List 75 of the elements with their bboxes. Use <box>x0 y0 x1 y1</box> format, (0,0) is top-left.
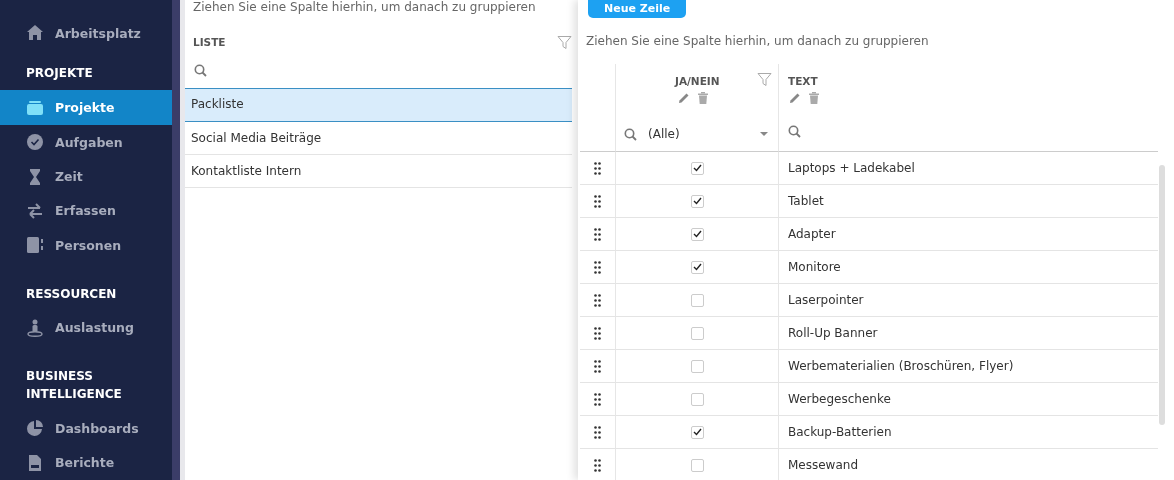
scrollbar[interactable] <box>1159 165 1165 425</box>
table-cell: Tablet <box>778 185 1158 218</box>
list-row[interactable]: Social Media Beiträge <box>185 122 572 155</box>
folder-icon <box>26 98 44 117</box>
nav-label: Zeit <box>55 169 83 185</box>
group-hint: Ziehen Sie eine Spalte hierhin, um danach zu gruppieren <box>586 34 930 48</box>
nav-item[interactable]: Projekte <box>0 90 172 125</box>
contact-card-icon <box>26 236 44 255</box>
nav-item[interactable]: Aufgaben <box>0 124 172 160</box>
table-cell: Laptops + Ladekabel <box>778 152 1158 185</box>
drag-handle-icon[interactable] <box>594 260 601 274</box>
table-cell: Werbegeschenke <box>778 383 1158 416</box>
table-cell: Laserpointer <box>778 284 1158 317</box>
table-cell: Messewand <box>778 449 1158 480</box>
nav-item[interactable]: Auslastung <box>0 310 172 346</box>
column-header[interactable]: TEXT <box>788 75 1158 87</box>
checkbox[interactable] <box>690 260 704 274</box>
nav-label: Arbeitsplatz <box>55 25 141 41</box>
section-heading: BUSINESS INTELLIGENCE <box>25 368 123 404</box>
pencil-icon[interactable] <box>678 92 690 104</box>
drag-handle-icon[interactable] <box>594 425 601 439</box>
checkbox[interactable] <box>690 326 704 340</box>
nav-label: Personen <box>55 237 122 253</box>
drag-handle-icon[interactable] <box>594 293 601 307</box>
person-icon <box>26 318 44 337</box>
drag-handle-icon[interactable] <box>594 458 601 472</box>
group-hint: Ziehen Sie eine Spalte hierhin, um danach zu gruppieren <box>192 0 537 14</box>
search-icon <box>624 127 637 141</box>
table-cell: Backup-Batterien <box>778 416 1158 449</box>
drag-handle-icon[interactable] <box>594 194 601 208</box>
checkbox[interactable] <box>690 392 704 406</box>
checkbox[interactable] <box>690 194 704 208</box>
nav-item[interactable]: Erfassen <box>0 193 172 229</box>
nav-label: Dashboards <box>55 420 139 436</box>
table-cell: Roll-Up Banner <box>778 317 1158 350</box>
arrows-icon <box>26 201 44 220</box>
drag-handle-icon[interactable] <box>594 227 601 241</box>
document-icon <box>26 453 44 472</box>
drag-handle-icon[interactable] <box>594 161 601 175</box>
drag-handle-icon[interactable] <box>594 326 601 340</box>
nav-label: Auslastung <box>55 320 134 336</box>
scrollbar[interactable] <box>172 0 180 480</box>
checkbox[interactable] <box>690 161 704 175</box>
checkbox[interactable] <box>690 458 704 472</box>
home-icon <box>26 24 44 43</box>
nav-label: Erfassen <box>55 203 116 219</box>
section-heading: PROJEKTE <box>25 65 94 83</box>
filter-dropdown[interactable]: (Alle) <box>624 125 768 143</box>
nav-label: Projekte <box>55 100 115 116</box>
pie-chart-icon <box>26 419 44 438</box>
drag-handle-icon[interactable] <box>594 359 601 373</box>
checkbox[interactable] <box>690 359 704 373</box>
column-header[interactable]: JA/NEIN <box>675 75 778 87</box>
table-cell: Werbematerialien (Broschüren, Flyer) <box>778 350 1158 383</box>
table-cell: Adapter <box>778 218 1158 251</box>
nav-item[interactable]: Zeit <box>0 159 172 194</box>
pencil-icon[interactable] <box>789 92 801 104</box>
drag-handle-icon[interactable] <box>594 392 601 406</box>
list-row[interactable]: Packliste <box>185 88 572 122</box>
table-cell: Monitore <box>778 251 1158 284</box>
checkbox[interactable] <box>690 425 704 439</box>
nav-item[interactable]: Arbeitsplatz <box>0 16 172 51</box>
list-row[interactable]: Kontaktliste Intern <box>185 155 572 188</box>
section-heading: RESSOURCEN <box>25 285 118 303</box>
check-circle-icon <box>26 133 44 152</box>
checkbox[interactable] <box>690 293 704 307</box>
checkbox[interactable] <box>690 227 704 241</box>
search-icon <box>194 63 207 77</box>
nav-label: Berichte <box>55 455 115 471</box>
nav-item[interactable]: Dashboards <box>0 411 172 446</box>
nav-item[interactable]: Personen <box>0 228 172 263</box>
nav-label: Aufgaben <box>55 134 123 150</box>
search-icon <box>788 125 801 138</box>
nav-item[interactable]: Berichte <box>0 445 172 480</box>
column-header[interactable]: LISTE <box>193 36 226 48</box>
